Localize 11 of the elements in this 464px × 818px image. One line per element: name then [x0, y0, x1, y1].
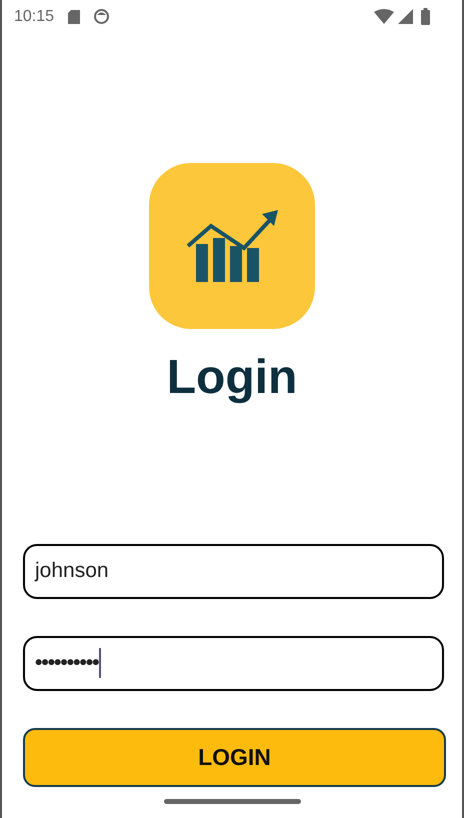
signal-icon — [398, 9, 413, 24]
password-field[interactable]: •••••••••• — [23, 636, 444, 691]
chart-growth-icon — [186, 210, 278, 282]
username-field[interactable]: johnson — [23, 544, 444, 599]
sd-card-icon — [68, 10, 80, 24]
wifi-icon — [374, 9, 394, 24]
login-title: Login — [166, 350, 298, 406]
status-time: 10:15 — [14, 6, 54, 26]
home-indicator[interactable] — [164, 798, 300, 804]
battery-icon — [421, 8, 430, 25]
login-button[interactable]: LOGIN — [23, 728, 446, 787]
